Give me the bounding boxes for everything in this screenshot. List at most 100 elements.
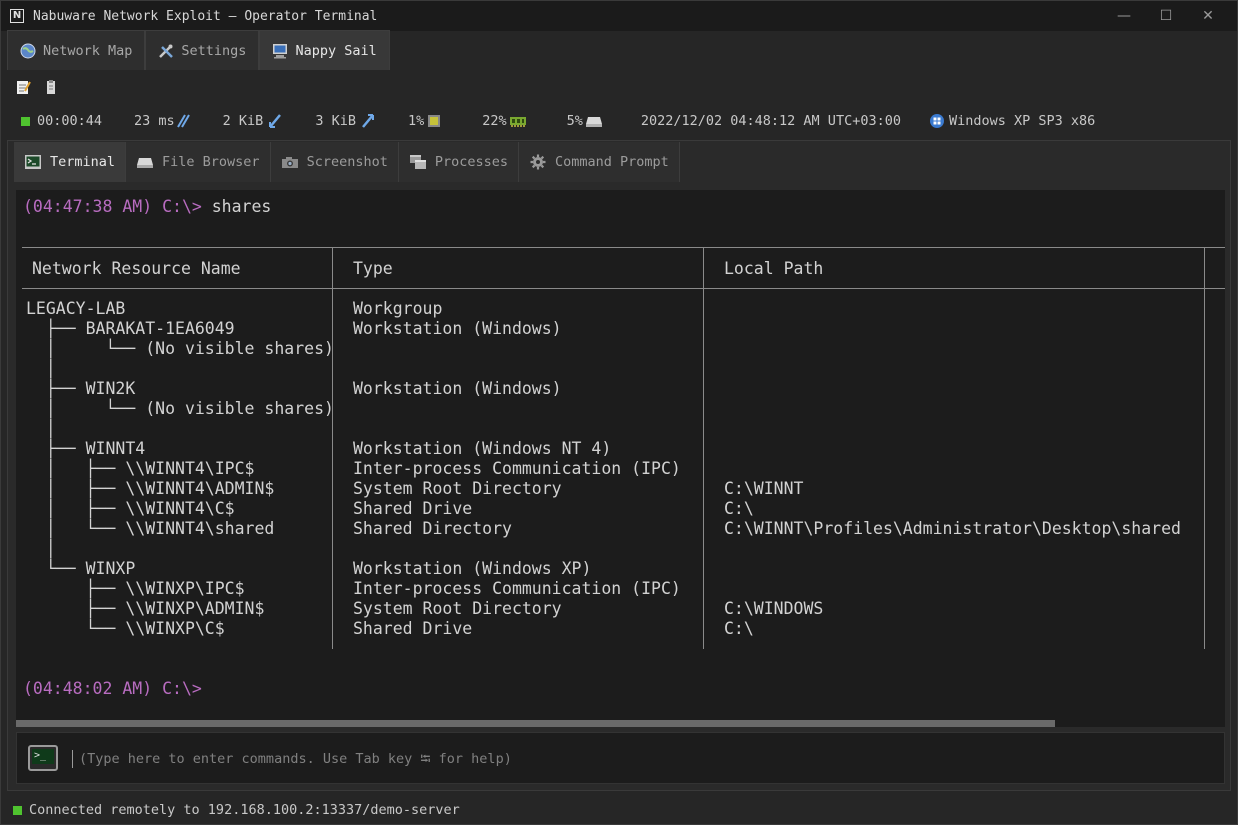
- notepad-icon[interactable]: [15, 79, 31, 95]
- table-cell-type: Workstation (Windows NT 4): [353, 439, 612, 458]
- tab-terminal[interactable]: Terminal: [14, 142, 127, 182]
- table-cell-path: C:\WINNT\Profiles\Administrator\Desktop\…: [724, 519, 1181, 538]
- window-controls: — ☐ ✕: [1103, 1, 1229, 31]
- terminal-prompt-line: (04:48:02 AM) C:\>: [23, 679, 202, 698]
- shares-table: Network Resource Name Type Local Path LE…: [22, 247, 1225, 649]
- minimize-button[interactable]: —: [1103, 8, 1145, 24]
- table-cell-path: C:\WINNT: [724, 479, 804, 498]
- disk-value: 5%: [566, 113, 583, 129]
- table-cell-name: ├── \\WINXP\ADMIN$: [26, 599, 265, 618]
- datetime-value: 2022/12/02 04:48:12 AM UTC+03:00: [640, 113, 901, 129]
- toolbar: [15, 79, 59, 95]
- table-cell-name: │: [26, 419, 56, 438]
- table-cell-path: C:\: [724, 619, 754, 638]
- window-title: Nabuware Network Exploit — Operator Term…: [33, 8, 378, 24]
- tools-icon: [158, 43, 174, 59]
- tab-settings[interactable]: Settings: [145, 30, 260, 70]
- table-cell-type: System Root Directory: [353, 479, 562, 498]
- latency-icon: [176, 114, 190, 128]
- gear-icon: [529, 154, 547, 170]
- title-bar: N Nabuware Network Exploit — Operator Te…: [1, 1, 1237, 31]
- column-divider: [703, 248, 704, 649]
- table-cell-name: └── WINXP: [26, 559, 136, 578]
- table-cell-type: Inter-process Communication (IPC): [353, 579, 681, 598]
- drive-icon: [136, 154, 154, 170]
- status-bar: 00:00:44 23 ms 2 KiB 3 KiB 1% 22% 5% 202…: [21, 111, 1095, 131]
- terminal-output[interactable]: (04:47:38 AM) C:\> shares Network Resour…: [16, 190, 1225, 720]
- connection-status-bar: Connected remotely to 192.168.100.2:1333…: [1, 797, 1237, 823]
- memory-icon: [509, 117, 526, 127]
- terminal-prompt-line: (04:47:38 AM) C:\> shares: [23, 197, 271, 216]
- header-separator: [22, 288, 1225, 289]
- clipboard-icon[interactable]: [43, 79, 59, 95]
- uptime-status: 00:00:44: [21, 113, 102, 129]
- tab-nappy-sail[interactable]: Nappy Sail: [259, 30, 390, 70]
- command-text: shares: [201, 197, 272, 216]
- tab-command-prompt[interactable]: Command Prompt: [519, 142, 680, 182]
- top-tab-bar: Network Map Settings Nappy Sail: [7, 30, 390, 71]
- tab-label: Network Map: [43, 42, 133, 59]
- online-indicator: [21, 116, 30, 126]
- table-cell-type: Inter-process Communication (IPC): [353, 459, 681, 478]
- tab-label: Command Prompt: [555, 154, 669, 170]
- tab-label: File Browser: [162, 154, 260, 170]
- table-cell-name: │: [26, 359, 56, 378]
- table-cell-name: │ ├── \\WINNT4\C$: [26, 499, 235, 518]
- tab-screenshot[interactable]: Screenshot: [270, 142, 399, 182]
- disk-status: 5%: [567, 113, 603, 129]
- table-cell-type: Workstation (Windows): [353, 379, 562, 398]
- maximize-button[interactable]: ☐: [1145, 8, 1187, 24]
- table-cell-type: Shared Directory: [353, 519, 512, 538]
- download-status: 2 KiB: [223, 113, 284, 129]
- table-cell-name: │: [26, 539, 56, 558]
- command-icon-glyph: >_: [32, 749, 54, 764]
- scrollbar-thumb[interactable]: [16, 720, 1055, 727]
- table-cell-type: Workstation (Windows XP): [353, 559, 592, 578]
- cpu-icon: [428, 115, 441, 127]
- prompt: (04:48:02 AM) C:\>: [23, 679, 202, 698]
- camera-icon: [281, 154, 299, 170]
- latency-status: 23 ms: [134, 113, 191, 129]
- session-tab-bar: Terminal File Browser Screenshot Process…: [14, 142, 680, 182]
- download-value: 2 KiB: [222, 113, 264, 129]
- table-cell-name: │ ├── \\WINNT4\ADMIN$: [26, 479, 275, 498]
- table-cell-name: ├── WINNT4: [26, 439, 146, 458]
- close-button[interactable]: ✕: [1187, 8, 1229, 24]
- datetime-status: 2022/12/02 04:48:12 AM UTC+03:00: [641, 113, 901, 129]
- table-cell-name: ├── WIN2K: [26, 379, 136, 398]
- connection-indicator: [13, 805, 22, 815]
- tab-label: Terminal: [50, 154, 116, 170]
- column-header-type: Type: [353, 259, 393, 278]
- connection-text: Connected remotely to 192.168.100.2:1333…: [29, 802, 460, 818]
- table-cell-name: │ ├── \\WINNT4\IPC$: [26, 459, 255, 478]
- command-input[interactable]: [79, 747, 1179, 771]
- table-cell-type: System Root Directory: [353, 599, 562, 618]
- tab-label: Processes: [434, 154, 509, 170]
- table-cell-name: ├── \\WINXP\IPC$: [26, 579, 245, 598]
- cpu-status: 1%: [408, 113, 442, 129]
- upload-value: 3 KiB: [315, 113, 356, 129]
- terminal-icon: [24, 154, 42, 170]
- tab-network-map[interactable]: Network Map: [7, 30, 146, 70]
- memory-status: 22%: [482, 113, 526, 129]
- tab-processes[interactable]: Processes: [398, 142, 520, 182]
- text-caret: [72, 750, 73, 768]
- windows-stack-icon: [409, 154, 427, 170]
- tab-file-browser[interactable]: File Browser: [126, 142, 271, 182]
- table-cell-name: ├── BARAKAT-1EA6049: [26, 319, 235, 338]
- table-cell-name: └── \\WINXP\C$: [26, 619, 225, 638]
- download-icon: [269, 114, 282, 128]
- upload-status: 3 KiB: [315, 113, 376, 129]
- column-divider: [1204, 248, 1205, 649]
- globe-icon: [20, 43, 36, 59]
- windows-logo-icon: [929, 114, 944, 128]
- prompt: (04:47:38 AM) C:\>: [23, 197, 202, 216]
- command-prompt-icon[interactable]: >_: [28, 745, 58, 771]
- app-window: N Nabuware Network Exploit — Operator Te…: [0, 0, 1238, 825]
- horizontal-scrollbar[interactable]: [16, 720, 1225, 727]
- table-cell-name: │ └── (No visible shares): [26, 339, 334, 358]
- os-status: Windows XP SP3 x86: [929, 113, 1095, 129]
- table-cell-type: Shared Drive: [353, 499, 473, 518]
- table-cell-name: │ └── (No visible shares): [26, 399, 334, 418]
- column-divider: [332, 248, 333, 649]
